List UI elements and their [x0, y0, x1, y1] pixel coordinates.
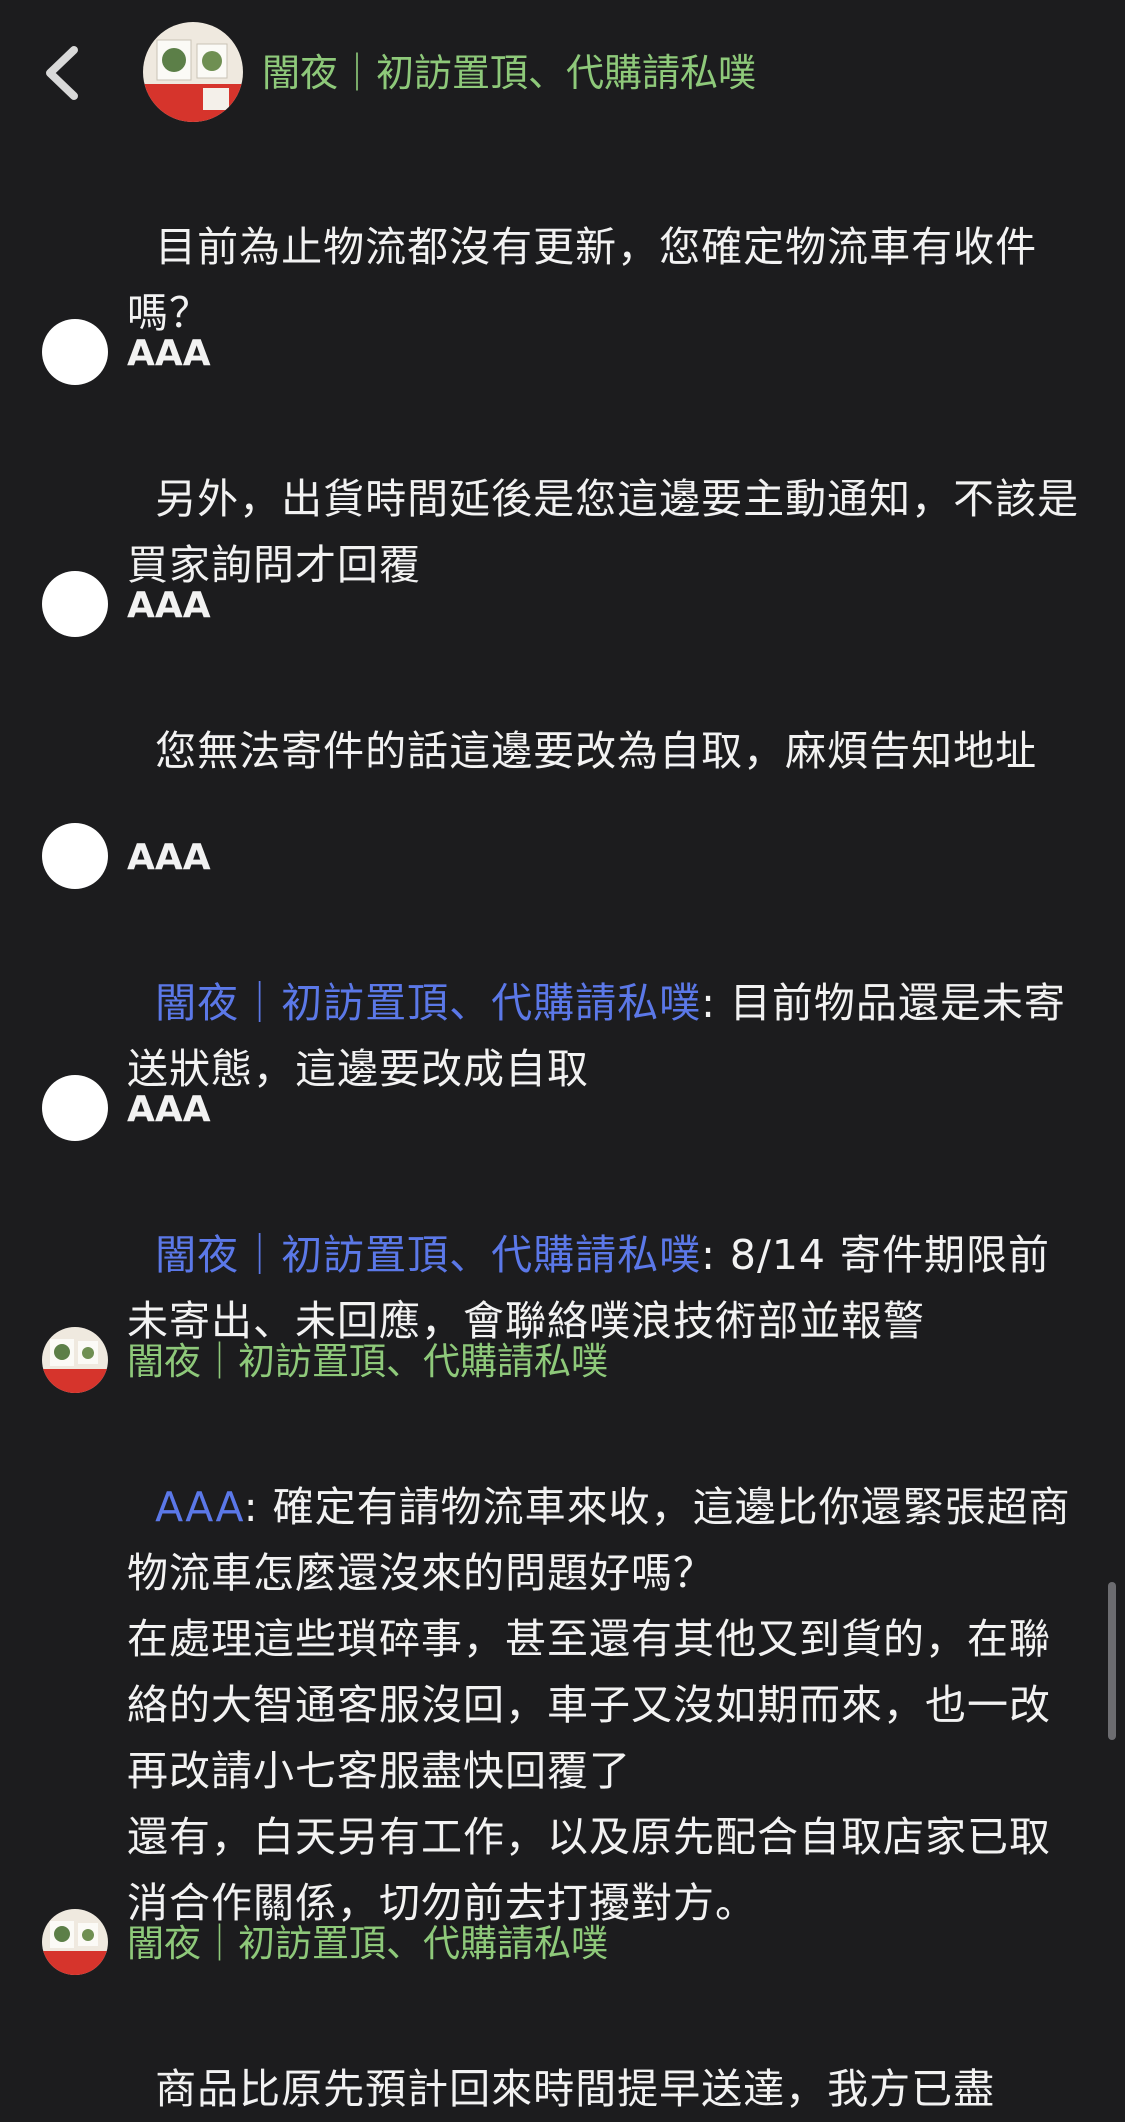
message-body: : 確定有請物流車來收，這邊比你還緊張超商物流車怎麼還沒來的問題好嗎？ 在處理這… [127, 1483, 1071, 1927]
message-author[interactable]: AAA [127, 584, 211, 628]
message-body: 商品比原先預計回來時間提早送達，我方已盡 [155, 2065, 996, 2113]
avatar[interactable] [42, 1075, 108, 1141]
chat-header: 闇夜｜初訪置頂、代購請私噗 [0, 0, 1125, 150]
message-author[interactable]: 闇夜｜初訪置頂、代購請私噗 [127, 1922, 608, 1966]
message-author[interactable]: AAA [127, 332, 211, 376]
mention-link[interactable]: 闇夜｜初訪置頂、代購請私噗 [155, 1231, 701, 1279]
message-body: 目前為止物流都沒有更新，您確定物流車有收件嗎？ [127, 223, 1038, 337]
message-body: 另外，出貨時間延後是您這邊要主動通知，不該是買家詢問才回覆 [127, 475, 1080, 589]
message-author[interactable]: 闇夜｜初訪置頂、代購請私噗 [127, 1340, 608, 1384]
message-text: 另外，出貨時間延後是您這邊要主動通知，不該是買家詢問才回覆 [127, 400, 1087, 598]
back-button[interactable] [36, 40, 96, 106]
message-text: 商品比原先預計回來時間提早送達，我方已盡 [127, 1990, 1087, 2122]
header-title[interactable]: 闇夜｜初訪置頂、代購請私噗 [262, 50, 756, 96]
message-text: 闇夜｜初訪置頂、代購請私噗: 目前物品還是未寄送狀態，這邊要改成自取 [127, 904, 1087, 1102]
message-author[interactable]: AAA [127, 836, 211, 880]
avatar[interactable] [42, 1327, 108, 1393]
avatar[interactable] [143, 22, 243, 122]
avatar[interactable] [42, 571, 108, 637]
scrollbar[interactable] [1108, 1582, 1116, 1740]
message-text: 您無法寄件的話這邊要改為自取，麻煩告知地址 [127, 652, 1087, 784]
message-text: AAA: 確定有請物流車來收，這邊比你還緊張超商物流車怎麼還沒來的問題好嗎？ 在… [127, 1408, 1087, 1936]
avatar[interactable] [42, 1909, 108, 1975]
mention-link[interactable]: AAA [155, 1483, 244, 1531]
message-body: 您無法寄件的話這邊要改為自取，麻煩告知地址 [155, 727, 1038, 775]
message-text: 目前為止物流都沒有更新，您確定物流車有收件嗎？ [127, 148, 1087, 346]
chevron-left-icon [46, 46, 78, 100]
message-author[interactable]: AAA [127, 1088, 211, 1132]
avatar[interactable] [42, 319, 108, 385]
avatar[interactable] [42, 823, 108, 889]
mention-link[interactable]: 闇夜｜初訪置頂、代購請私噗 [155, 979, 701, 1027]
message-text: 闇夜｜初訪置頂、代購請私噗: 8/14 寄件期限前未寄出、未回應，會聯絡噗浪技術… [127, 1156, 1087, 1354]
